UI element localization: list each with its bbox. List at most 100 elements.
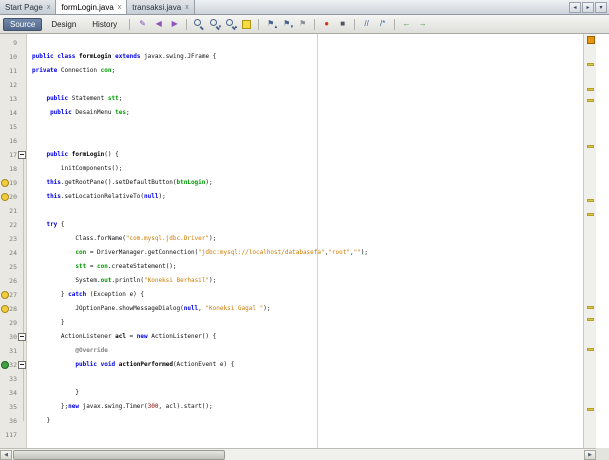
scroll-tabs-right-icon[interactable]: ▸ <box>582 1 594 13</box>
gutter-line-15[interactable]: 15 <box>0 120 26 134</box>
gutter-line-16[interactable]: 16 <box>0 134 26 148</box>
scroll-tabs-left-icon[interactable]: ◂ <box>569 1 581 13</box>
code-line-35[interactable]: };new javax.swing.Timer(300, acl).start(… <box>32 400 596 414</box>
gutter-line-20[interactable]: 20 <box>0 190 26 204</box>
gutter-line-12[interactable]: 12 <box>0 78 26 92</box>
gutter-line-22[interactable]: 22 <box>0 218 26 232</box>
gutter-line-21[interactable]: 21 <box>0 204 26 218</box>
find-previous-icon[interactable]: ▴ <box>223 17 238 32</box>
editor-gutter[interactable]: 9 10 11 12 13 14 15 16 17 18 19 20 21 22 23 24 25 26 27 28 2… <box>0 34 27 448</box>
design-view-button[interactable]: Design <box>44 18 83 31</box>
code-line-32[interactable]: public void actionPerformed(ActionEvent … <box>32 358 596 372</box>
gutter-line-27[interactable]: 27 <box>0 288 26 302</box>
gutter-line-10[interactable]: 10 <box>0 50 26 64</box>
stop-macro-icon[interactable]: ■ <box>335 17 350 32</box>
shift-right-icon[interactable]: → <box>415 17 430 32</box>
code-fold-toggle[interactable] <box>18 361 26 369</box>
error-stripe-mark[interactable] <box>587 306 594 309</box>
code-line-17[interactable]: public formLogin() { <box>32 148 596 162</box>
gutter-line-34[interactable]: 34 <box>0 386 26 400</box>
horizontal-scroll-thumb[interactable] <box>13 450 225 460</box>
code-line-22[interactable]: try { <box>32 218 596 232</box>
gutter-line-36[interactable]: 36 <box>0 414 26 428</box>
error-stripe-mark[interactable] <box>587 348 594 351</box>
previous-bookmark-icon[interactable]: ⚑ ▴ <box>263 17 278 32</box>
gutter-line-25[interactable]: 25 <box>0 260 26 274</box>
error-stripe-mark[interactable] <box>587 99 594 102</box>
error-stripe-mark[interactable] <box>587 145 594 148</box>
error-stripe-mark[interactable] <box>587 199 594 202</box>
tab-formlogin-java[interactable]: formLogin.java x <box>56 0 128 14</box>
find-selection-icon[interactable] <box>191 17 206 32</box>
code-line-28[interactable]: JOptionPane.showMessageDialog(null, "Kon… <box>32 302 596 316</box>
code-line-34[interactable]: } <box>32 386 596 400</box>
code-line-12[interactable] <box>32 78 596 92</box>
gutter-line-117[interactable]: 117 <box>0 428 26 442</box>
code-line-19[interactable]: this.getRootPane().setDefaultButton(btnL… <box>32 176 596 190</box>
last-edit-icon[interactable]: ✎ <box>135 17 150 32</box>
code-line-25[interactable]: stt = con.createStatement(); <box>32 260 596 274</box>
code-line-26[interactable]: System.out.println("Koneksi Berhasil"); <box>32 274 596 288</box>
code-line-16[interactable] <box>32 134 596 148</box>
gutter-line-33[interactable]: 33 <box>0 372 26 386</box>
gutter-line-28[interactable]: 28 <box>0 302 26 316</box>
tab-close-icon[interactable]: x <box>185 4 189 11</box>
tab-transaksi-java[interactable]: transaksi.java x <box>127 0 195 14</box>
gutter-line-26[interactable]: 26 <box>0 274 26 288</box>
error-stripe-mark[interactable] <box>587 88 594 91</box>
code-line-9[interactable] <box>32 36 596 50</box>
next-bookmark-icon[interactable]: ⚑ ▾ <box>279 17 294 32</box>
gutter-line-29[interactable]: 29 <box>0 316 26 330</box>
code-line-36[interactable]: } <box>32 414 596 428</box>
error-stripe[interactable] <box>583 34 596 448</box>
override-marker-icon[interactable] <box>1 361 9 369</box>
gutter-line-11[interactable]: 11 <box>0 64 26 78</box>
gutter-line-24[interactable]: 24 <box>0 246 26 260</box>
source-view-button[interactable]: Source <box>3 17 43 31</box>
code-line-11[interactable]: private Connection con; <box>32 64 596 78</box>
code-line-15[interactable] <box>32 120 596 134</box>
toggle-highlight-icon[interactable] <box>239 17 254 32</box>
code-area[interactable]: public class formLogin extends javax.swi… <box>28 34 596 448</box>
gutter-line-17[interactable]: 17 <box>0 148 26 162</box>
gutter-line-13[interactable]: 13 <box>0 92 26 106</box>
code-line-24[interactable]: con = DriverManager.getConnection("jdbc:… <box>32 246 596 260</box>
record-macro-icon[interactable]: ● <box>319 17 334 32</box>
gutter-line-14[interactable]: 14 <box>0 106 26 120</box>
code-line-20[interactable]: this.setLocationRelativeTo(null); <box>32 190 596 204</box>
code-line-10[interactable]: public class formLogin extends javax.swi… <box>32 50 596 64</box>
find-next-icon[interactable]: ▾ <box>207 17 222 32</box>
code-fold-toggle[interactable] <box>18 151 26 159</box>
code-line-13[interactable]: public Statement stt; <box>32 92 596 106</box>
code-line-27[interactable]: } catch (Exception e) { <box>32 288 596 302</box>
code-editor[interactable]: 9 10 11 12 13 14 15 16 17 18 19 20 21 22 23 24 25 26 27 28 2… <box>0 34 596 448</box>
shift-left-icon[interactable]: ← <box>399 17 414 32</box>
scroll-right-arrow-icon[interactable]: ▶ <box>584 450 596 460</box>
tab-start-page[interactable]: Start Page x <box>0 0 57 14</box>
tab-close-icon[interactable]: x <box>47 4 51 11</box>
gutter-line-32[interactable]: 32 <box>0 358 26 372</box>
warning-hint-icon[interactable] <box>1 193 9 201</box>
error-stripe-mark[interactable] <box>587 408 594 411</box>
error-stripe-mark[interactable] <box>587 63 594 66</box>
forward-icon[interactable]: ▶ <box>167 17 182 32</box>
warning-hint-icon[interactable] <box>1 179 9 187</box>
code-line-117[interactable] <box>32 428 596 442</box>
error-stripe-mark[interactable] <box>587 213 594 216</box>
toggle-bookmark-icon[interactable]: ⚑ <box>295 17 310 32</box>
code-line-18[interactable]: initComponents(); <box>32 162 596 176</box>
code-line-29[interactable]: } <box>32 316 596 330</box>
gutter-line-31[interactable]: 31 <box>0 344 26 358</box>
code-line-31[interactable]: @Override <box>32 344 596 358</box>
error-stripe-mark[interactable] <box>587 318 594 321</box>
warning-hint-icon[interactable] <box>1 291 9 299</box>
back-icon[interactable]: ◀ <box>151 17 166 32</box>
uncomment-icon[interactable]: /* <box>375 17 390 32</box>
gutter-line-23[interactable]: 23 <box>0 232 26 246</box>
code-fold-toggle[interactable] <box>18 333 26 341</box>
gutter-line-19[interactable]: 19 <box>0 176 26 190</box>
tab-close-icon[interactable]: x <box>118 4 122 11</box>
tab-list-icon[interactable]: ▾ <box>595 1 607 13</box>
gutter-line-30[interactable]: 30 <box>0 330 26 344</box>
comment-icon[interactable]: // <box>359 17 374 32</box>
